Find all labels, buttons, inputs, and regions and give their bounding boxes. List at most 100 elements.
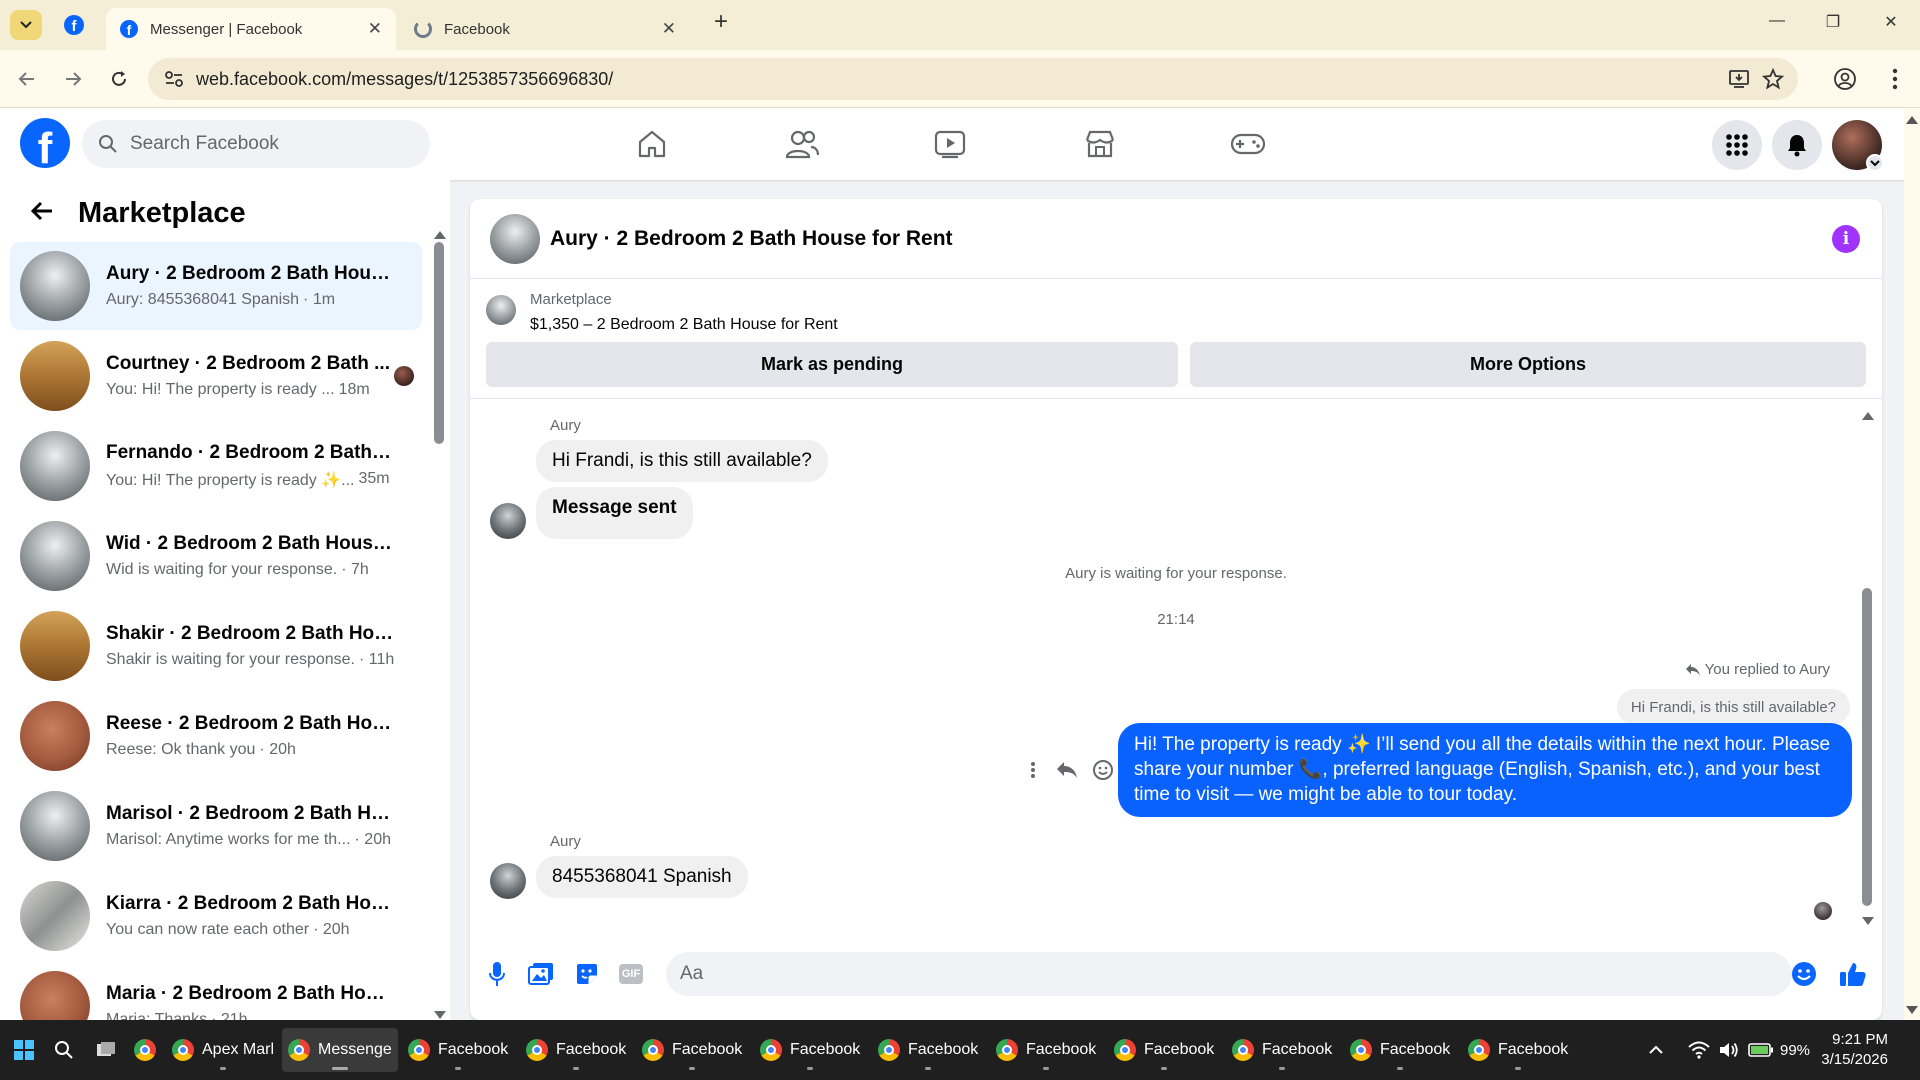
taskbar-window-button[interactable]: Apex Marl [166,1028,280,1072]
pinned-facebook-tab[interactable]: f [58,10,90,40]
task-view-button[interactable] [90,1028,122,1072]
page-title: Marketplace [78,196,246,229]
incoming-message[interactable]: 8455368041 Spanish [536,856,748,898]
quoted-message[interactable]: Hi Frandi, is this still available? [1616,689,1850,725]
gif-button[interactable]: GIF [616,959,646,989]
scroll-down-arrow[interactable] [434,1006,446,1019]
close-window-button[interactable]: ✕ [1876,12,1906,32]
nav-home[interactable] [632,126,672,162]
close-tab-icon[interactable]: ✕ [662,19,676,39]
scroll-up-arrow[interactable] [1906,116,1918,124]
address-bar[interactable]: web.facebook.com/messages/t/125385735669… [148,58,1798,100]
browser-menu-button[interactable] [1880,64,1910,94]
conversation-item[interactable]: Shakir · 2 Bedroom 2 Bath Hous... Shakir … [10,602,422,690]
tab-messenger[interactable]: f Messenger | Facebook ✕ [106,8,396,50]
search-input[interactable]: Search Facebook [82,120,430,168]
taskbar-window-button[interactable]: Facebook [1344,1028,1456,1072]
nav-video[interactable] [930,126,970,162]
volume-icon[interactable] [1718,1020,1740,1080]
chat-scrollbar[interactable] [1862,588,1872,906]
wifi-icon[interactable] [1688,1020,1710,1080]
minimize-button[interactable]: — [1762,12,1792,30]
home-icon [638,130,666,158]
close-tab-icon[interactable]: ✕ [368,19,382,39]
conversation-name: Kiarra · 2 Bedroom 2 Bath Hous... [106,893,396,914]
nav-friends[interactable] [782,126,822,162]
listing-thumbnail[interactable] [486,295,516,325]
taskbar-search-button[interactable] [48,1028,80,1072]
taskbar-window-button[interactable]: Facebook [754,1028,866,1072]
sticker-button[interactable] [572,959,602,989]
new-tab-button[interactable]: + [706,8,736,36]
conversation-item[interactable]: Aury · 2 Bedroom 2 Bath House ... Aury: 8… [10,242,422,330]
back-button[interactable] [12,64,42,94]
attach-photo-button[interactable] [526,959,556,989]
conversation-item[interactable]: Wid · 2 Bedroom 2 Bath House f... Wid is … [10,512,422,600]
reload-button[interactable] [104,64,134,94]
taskbar-window-button[interactable]: Facebook [520,1028,632,1072]
conversation-name: Reese · 2 Bedroom 2 Bath Hous... [106,713,396,734]
sender-avatar[interactable] [490,863,526,899]
install-app-icon[interactable] [1728,69,1750,94]
react-emoji-icon[interactable] [1090,757,1116,783]
conversation-item[interactable]: Kiarra · 2 Bedroom 2 Bath Hous... You can… [10,872,422,960]
incoming-message[interactable]: Message sent [536,487,693,539]
sidebar-scrollbar[interactable] [434,242,444,444]
more-actions-icon[interactable] [1020,757,1046,783]
taskbar-window-button[interactable]: Facebook [990,1028,1102,1072]
system-clock[interactable]: 9:21 PM 3/15/2026 [1821,1030,1888,1070]
listing-avatar[interactable] [490,214,540,264]
listing-title[interactable]: $1,350 – 2 Bedroom 2 Bath House for Rent [530,316,838,334]
profile-avatar[interactable] [1832,120,1884,172]
facebook-logo[interactable]: f [20,118,70,173]
nav-gaming[interactable] [1228,126,1268,162]
taskbar-window-button[interactable]: Facebook [402,1028,514,1072]
taskbar-window-button[interactable]: Facebook [1226,1028,1338,1072]
bookmark-star-icon[interactable] [1761,67,1785,95]
taskbar-window-button[interactable]: Facebook [872,1028,984,1072]
scroll-up-arrow[interactable] [434,226,446,239]
arrow-left-icon[interactable] [30,196,54,230]
tab-search-button[interactable] [10,10,42,40]
menu-button[interactable] [1712,120,1762,170]
taskbar-window-button[interactable]: Facebook [1108,1028,1220,1072]
conversation-item[interactable]: Reese · 2 Bedroom 2 Bath Hous... Reese: O… [10,692,422,780]
voice-clip-button[interactable] [482,959,512,989]
gaming-icon [1230,133,1266,155]
running-indicator [1515,1067,1522,1070]
mark-as-pending-button[interactable]: Mark as pending [486,342,1178,387]
taskbar-chrome-pinned[interactable] [128,1028,162,1072]
send-like-button[interactable] [1838,959,1868,989]
outgoing-message[interactable]: Hi! The property is ready ✨ I’ll send yo… [1118,723,1852,817]
sender-avatar[interactable] [490,503,526,539]
nav-marketplace[interactable] [1080,126,1120,162]
taskbar-window-button[interactable]: Facebook [636,1028,748,1072]
conversation-preview-row: Wid is waiting for your response. · 7h [106,561,396,579]
restore-button[interactable]: ❐ [1818,12,1848,32]
taskbar-window-button[interactable]: Messenge [282,1028,398,1072]
reply-icon[interactable] [1054,757,1080,783]
forward-button[interactable] [58,64,88,94]
chat-title[interactable]: Aury · 2 Bedroom 2 Bath House for Rent [550,227,953,251]
conversation-item[interactable]: Marisol · 2 Bedroom 2 Bath Hou... Marisol… [10,782,422,870]
conversation-item[interactable]: Courtney · 2 Bedroom 2 Bath ... You: Hi! … [10,332,422,420]
windows-icon [14,1040,34,1060]
more-options-button[interactable]: More Options [1190,342,1866,387]
start-button[interactable] [8,1028,40,1072]
notifications-button[interactable] [1772,120,1822,170]
emoji-button[interactable] [1789,959,1819,989]
conversation-item[interactable]: Fernando · 2 Bedroom 2 Bath H... You: Hi!… [10,422,422,510]
profile-button[interactable] [1830,64,1860,94]
page-scrollbar[interactable] [1904,108,1920,1020]
taskbar-window-button[interactable]: Facebook [1462,1028,1574,1072]
show-hidden-icons[interactable] [1648,1020,1664,1080]
incoming-message[interactable]: Hi Frandi, is this still available? [536,440,828,482]
message-input[interactable]: Aa [666,952,1792,996]
battery-indicator[interactable]: 99% [1748,1020,1810,1080]
tab-facebook[interactable]: Facebook ✕ [400,8,690,50]
chat-scroll-down-arrow[interactable] [1862,912,1874,930]
info-icon[interactable]: i [1832,225,1860,253]
scroll-down-arrow[interactable] [1906,1006,1918,1014]
site-settings-icon[interactable] [164,70,184,93]
chat-scroll-up-arrow[interactable] [1862,407,1874,425]
